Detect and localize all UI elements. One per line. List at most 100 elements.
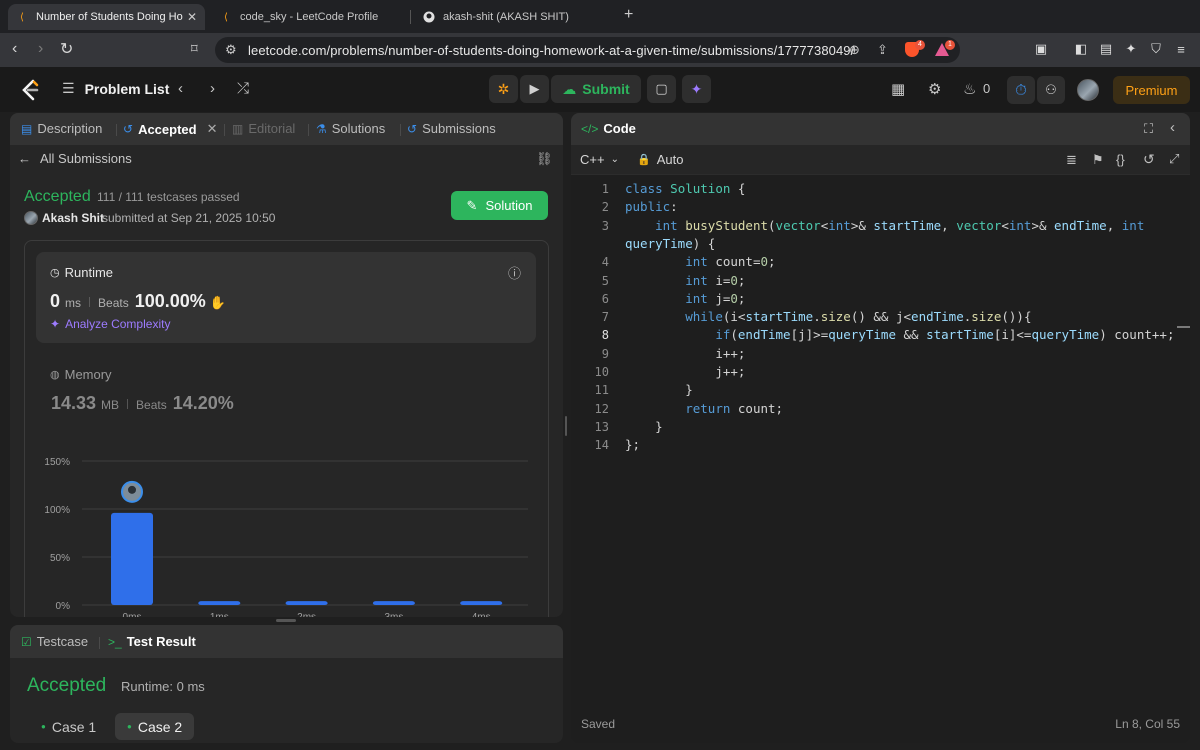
code-line[interactable]: } — [625, 419, 663, 437]
next-problem-icon[interactable]: › — [210, 80, 215, 97]
timer-button[interactable]: ⏱ — [1007, 76, 1035, 104]
tab-editorial[interactable]: ▥ Editorial — [232, 121, 295, 136]
tab-solutions[interactable]: ⚗ Solutions — [316, 121, 385, 136]
reload-icon[interactable]: ↻ — [60, 39, 73, 59]
run-button[interactable]: ▶ — [520, 75, 549, 103]
share-icon[interactable]: ⇪ — [877, 42, 888, 58]
all-submissions-link[interactable]: ← All Submissions — [18, 151, 132, 166]
collapse-icon[interactable]: ‹ — [1170, 119, 1175, 136]
code-editor[interactable]: 1 class Solution {2 public: 3 int busyStude… — [571, 181, 1190, 471]
settings-gear-icon[interactable]: ⚙ — [928, 80, 941, 98]
layout-icon[interactable]: ▦ — [891, 80, 905, 98]
site-info-icon[interactable]: ⚙ — [225, 42, 237, 58]
code-tab[interactable]: </> Code — [581, 121, 636, 136]
submitter-name[interactable]: Akash Shit — [42, 211, 104, 225]
code-line[interactable]: return count; — [625, 401, 783, 419]
add-friend-button[interactable]: ⚇ — [1037, 76, 1065, 104]
url-text[interactable]: leetcode.com/problems/number-of-students… — [248, 43, 854, 58]
memory-label: Memory — [64, 367, 112, 382]
code-line[interactable]: int count=0; — [625, 254, 775, 272]
reset-icon[interactable]: ↺ — [1143, 151, 1155, 168]
streak-fire-icon[interactable]: ♨ — [963, 80, 976, 98]
tab-submissions[interactable]: ↺ Submissions — [407, 121, 496, 136]
chart-bar[interactable] — [198, 601, 241, 605]
code-line[interactable]: j++; — [625, 364, 745, 382]
note-button[interactable]: ▢ — [647, 75, 676, 103]
back-icon[interactable]: ‹ — [12, 40, 17, 58]
chart-bar[interactable] — [285, 601, 328, 605]
chart-bar[interactable] — [372, 601, 415, 605]
case-1-button[interactable]: ● Case 1 — [29, 713, 108, 740]
omnibox[interactable]: ⚙ leetcode.com/problems/number-of-studen… — [215, 37, 960, 63]
code-line[interactable]: while(i<startTime.size() && j<endTime.si… — [625, 309, 1031, 327]
auto-mode[interactable]: 🔒 Auto — [637, 152, 683, 167]
user-avatar[interactable] — [1077, 79, 1099, 101]
prev-problem-icon[interactable]: ‹ — [178, 80, 183, 97]
problem-list-button[interactable]: ☰ Problem List — [62, 80, 169, 97]
new-tab-icon[interactable]: + — [624, 6, 633, 24]
browser-tab-github[interactable]: akash-shit (AKASH SHIT) — [415, 4, 615, 30]
reader-icon[interactable]: ▣ — [1033, 41, 1049, 57]
leetcode-header: ☰ Problem List ‹ › ⤮ ✲ ▶ ☁ Submit ▢ ✦ ▦ … — [0, 67, 1200, 112]
tab-testcase[interactable]: ☑ Testcase — [21, 634, 88, 649]
menu-icon[interactable]: ≡ — [1173, 41, 1189, 57]
vertical-resize-handle[interactable] — [276, 619, 296, 622]
post-solution-button[interactable]: ✎ Solution — [451, 191, 548, 220]
forward-icon[interactable]: › — [38, 40, 43, 58]
chart-bar[interactable] — [460, 601, 503, 605]
premium-button[interactable]: Premium — [1113, 76, 1190, 104]
sidebar-icon[interactable]: ◧ — [1073, 41, 1089, 57]
language-select[interactable]: C++ ⌄ — [580, 152, 619, 167]
tab-divider — [116, 124, 117, 136]
code-line[interactable]: int busyStudent(vector<int>& startTime, … — [625, 218, 1144, 236]
analyze-complexity-button[interactable]: ✦ Analyze Complexity — [50, 317, 170, 331]
tab-label: Test Result — [126, 634, 196, 649]
code-line[interactable]: } — [625, 382, 693, 400]
browser-tab-active[interactable]: ⟨ Number of Students Doing Ho ✕ — [8, 4, 205, 30]
vpn-icon[interactable]: ⛉ — [1148, 41, 1164, 57]
horizontal-resize-handle[interactable] — [565, 416, 567, 436]
code-line[interactable]: public: — [625, 199, 678, 217]
code-line[interactable]: i++; — [625, 346, 745, 364]
debug-button[interactable]: ✲ — [489, 75, 518, 103]
leetcode-logo-icon[interactable] — [20, 79, 40, 101]
alert-badge: 1 — [945, 40, 955, 50]
browser-tab-profile[interactable]: ⟨ code_sky - LeetCode Profile — [212, 4, 407, 30]
memory-heading[interactable]: ◍ Memory — [50, 367, 112, 382]
github-icon — [423, 11, 435, 23]
chart-bar[interactable] — [111, 512, 153, 605]
pass-dot-icon: ● — [127, 722, 132, 731]
link-icon[interactable]: ⛓ — [536, 151, 553, 167]
leo-ai-icon[interactable]: ✦ — [1123, 41, 1139, 57]
tab-description[interactable]: ▤ Description — [21, 121, 102, 136]
runtime-distribution-chart[interactable]: 0% 50% 100% 150% 0ms 1ms 2ms 3ms 4ms — [10, 443, 563, 617]
bookmark-icon[interactable]: ⌑ — [191, 41, 198, 57]
submitted-at: submitted at Sep 21, 2025 10:50 — [102, 211, 276, 225]
code-line[interactable]: if(endTime[j]>=queryTime && startTime[i]… — [625, 327, 1174, 345]
zoom-icon[interactable]: ⊕ — [849, 42, 860, 58]
bookmark-icon[interactable]: ⚑ — [1092, 152, 1104, 168]
code-line[interactable]: int i=0; — [625, 273, 745, 291]
code-line[interactable]: int j=0; — [625, 291, 745, 309]
case-2-button[interactable]: ● Case 2 — [115, 713, 195, 740]
close-icon[interactable]: ✕ — [207, 121, 218, 137]
fullscreen-icon[interactable]: ⤢ — [1169, 151, 1179, 167]
play-icon: ▶ — [529, 81, 540, 96]
ai-assist-button[interactable]: ✦ — [682, 75, 711, 103]
tab-test-result[interactable]: >_ Test Result — [108, 634, 196, 649]
maximize-icon[interactable]: ⛶ — [1144, 121, 1153, 137]
format-icon[interactable]: ≣ — [1066, 152, 1077, 168]
result-runtime: Runtime: 0 ms — [121, 679, 205, 694]
code-line[interactable]: class Solution { — [625, 181, 745, 199]
wallet-icon[interactable]: ▤ — [1098, 41, 1114, 57]
braces-icon[interactable]: {} — [1116, 152, 1125, 167]
shuffle-icon[interactable]: ⤮ — [237, 80, 249, 97]
submit-button[interactable]: ☁ Submit — [551, 75, 641, 103]
tab-close-icon[interactable]: ✕ — [187, 10, 197, 24]
info-icon[interactable]: ⓘ — [508, 263, 521, 282]
code-line[interactable]: queryTime) { — [625, 236, 715, 254]
tab-accepted[interactable]: ↺ Accepted ✕ — [123, 121, 218, 137]
code-line[interactable]: }; — [625, 437, 640, 455]
runtime-card[interactable]: ◷ Runtime ⓘ 0 ms Beats 100.00% ✋ ✦ Analy… — [36, 252, 536, 343]
browser-tab-bar: ⟨ Number of Students Doing Ho ✕ ⟨ code_s… — [0, 0, 1200, 33]
